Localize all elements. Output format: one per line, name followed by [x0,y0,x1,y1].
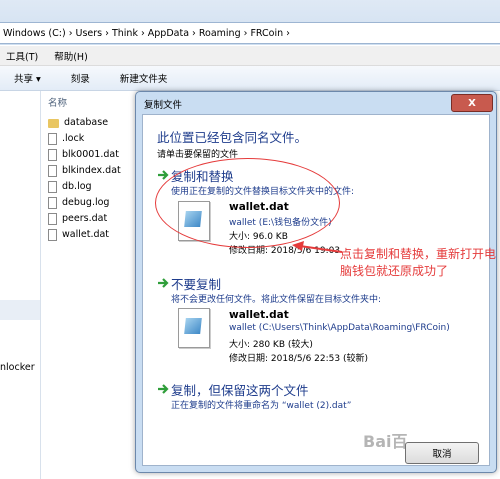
option-skip-modified: 修改日期: 2018/5/6 22:53 (较新) [229,354,368,364]
burn-button[interactable]: 刻录 [71,71,90,85]
menu-bar: 工具(T) 帮助(H) [0,46,500,66]
annotation-text: 点击复制和替换，重新打开电脑钱包就还原成功了 [340,247,497,278]
nav-item-label[interactable]: nlocker [0,362,35,373]
nav-selected-item[interactable] [0,300,40,320]
list-item[interactable]: blk0001.dat [48,147,119,162]
copy-file-dialog: 复制文件 X 此位置已经包含同名文件。 请单击要保留的文件 复制和替换 使用正在… [135,91,497,473]
file-icon [48,212,57,225]
watermark: Bai百 [363,432,408,451]
green-arrow-icon [158,278,169,288]
dialog-subheading: 请单击要保留的文件 [157,150,239,160]
list-item[interactable]: .lock [48,131,84,146]
option-skip-filename: wallet.dat [229,309,289,321]
navigation-pane[interactable] [0,91,41,479]
list-item[interactable]: peers.dat [48,211,107,226]
document-icon [178,308,210,348]
list-item[interactable]: database [48,115,108,130]
file-icon [48,132,57,145]
list-item[interactable]: wallet.dat [48,227,109,242]
option-keep-both-title[interactable]: 复制，但保留这两个文件 [171,380,309,399]
list-item[interactable]: db.log [48,179,92,194]
breadcrumb[interactable]: Windows (C:) › Users › Think › AppData ›… [3,28,290,39]
list-item[interactable]: blkindex.dat [48,163,121,178]
option-skip-desc: 将不会更改任何文件。将此文件保留在目标文件夹中: [171,295,382,305]
red-arrow-icon [292,241,342,253]
option-skip-title[interactable]: 不要复制 [171,274,221,293]
share-button[interactable]: 共享 ▾ [14,71,41,85]
file-icon [48,196,57,209]
address-bar[interactable]: Windows (C:) › Users › Think › AppData ›… [0,22,500,44]
file-icon [48,180,57,193]
option-keep-both-desc: 正在复制的文件将重命名为 “wallet (2).dat” [171,401,352,411]
menu-tools[interactable]: 工具(T) [6,49,38,63]
file-icon [48,148,57,161]
column-header-name[interactable]: 名称 [48,95,67,109]
file-icon [48,164,57,177]
green-arrow-icon [158,384,169,394]
cancel-button[interactable]: 取消 [405,442,479,464]
menu-help[interactable]: 帮助(H) [54,49,88,63]
toolbar: 共享 ▾ 刻录 新建文件夹 [0,66,500,91]
highlight-ellipse [155,158,340,248]
option-skip-size: 大小: 280 KB (较大) [229,340,313,350]
folder-icon [48,119,59,128]
option-skip-path: wallet (C:\Users\Think\AppData\Roaming\F… [229,323,450,333]
dialog-title: 复制文件 [144,100,183,111]
list-item[interactable]: debug.log [48,195,109,210]
dialog-heading: 此位置已经包含同名文件。 [157,130,308,145]
close-button[interactable]: X [451,94,493,112]
new-folder-button[interactable]: 新建文件夹 [120,71,168,85]
file-icon [48,228,57,241]
